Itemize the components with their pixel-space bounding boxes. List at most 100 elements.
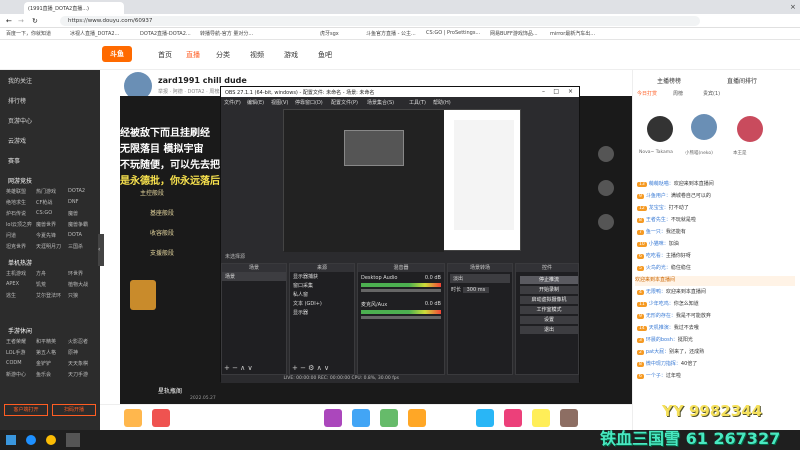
volume-slider[interactable]: [361, 289, 441, 292]
category-link[interactable]: APEX: [6, 281, 19, 287]
sidebar-item-webgame[interactable]: 页游中心: [8, 116, 32, 125]
source-item[interactable]: 私人窗: [290, 290, 354, 299]
category-link[interactable]: 魔兽: [68, 210, 78, 217]
back-icon[interactable]: ←: [6, 17, 12, 25]
sidebar-item-follow[interactable]: 我的关注: [8, 76, 32, 85]
category-link[interactable]: CS:GO: [36, 210, 52, 216]
forward-icon[interactable]: →: [18, 17, 24, 25]
category-link[interactable]: 逃生: [6, 292, 16, 299]
maximize-icon[interactable]: □: [553, 88, 559, 95]
bookmark[interactable]: mirror最新汽车出...: [550, 30, 595, 37]
category-link[interactable]: 魔兽世界: [36, 221, 56, 228]
category-link[interactable]: 王者荣耀: [6, 338, 26, 345]
sidebar-item-esports[interactable]: 赛事: [8, 156, 20, 165]
category-link[interactable]: 坦克世界: [6, 243, 26, 250]
category-link[interactable]: 环世界: [68, 270, 83, 277]
obs-taskbar-icon[interactable]: [66, 433, 80, 447]
gift-icon[interactable]: [152, 409, 170, 427]
add-icon[interactable]: + − ⚙ ∧ ∨: [292, 364, 329, 372]
category-link[interactable]: 方舟: [36, 270, 46, 277]
gift-icon[interactable]: [380, 409, 398, 427]
minimize-icon[interactable]: –: [542, 88, 545, 95]
browser-tab[interactable]: (1991直播_DOTA2直播...): [24, 2, 124, 14]
nav-home[interactable]: 首页: [158, 50, 172, 60]
chat-subtab[interactable]: 贵宾(1): [703, 90, 720, 97]
settings-button[interactable]: 设置: [520, 316, 578, 324]
bookmark[interactable]: 斗鱼官方直播 - 公主...: [366, 30, 416, 37]
open-client-button[interactable]: 客户端打开: [4, 404, 48, 416]
category-link[interactable]: 三国杀: [68, 243, 83, 250]
category-link[interactable]: DOTA: [68, 232, 82, 238]
bookmark[interactable]: 网易BUFF游戏饰品...: [490, 30, 538, 37]
nav-category[interactable]: 分类: [216, 50, 230, 60]
category-link[interactable]: 绝地求生: [6, 199, 26, 206]
category-link[interactable]: 和平精英: [36, 338, 56, 345]
obs-preview[interactable]: [283, 109, 521, 252]
avatar[interactable]: [737, 116, 763, 142]
duration-input[interactable]: 300 ms: [462, 287, 490, 293]
source-item[interactable]: 文本 (GDI+): [290, 299, 354, 308]
menu-dock[interactable]: 停靠窗口(D): [295, 99, 323, 106]
menu-scene-collection[interactable]: 场景集合(S): [367, 99, 394, 106]
category-link[interactable]: 鱼乐会: [36, 371, 51, 378]
chrome-icon[interactable]: [46, 435, 56, 445]
menu-view[interactable]: 视图(V): [271, 99, 288, 106]
gift-icon[interactable]: [352, 409, 370, 427]
chat-subtab[interactable]: 周榜: [673, 90, 683, 97]
add-icon[interactable]: + − ∧ ∨: [224, 364, 253, 372]
gift-icon[interactable]: [532, 409, 550, 427]
menu-profile[interactable]: 配置文件(P): [331, 99, 358, 106]
category-link[interactable]: 问道: [6, 232, 16, 239]
category-link[interactable]: 植物大战: [68, 281, 88, 288]
source-item[interactable]: 显示器捕获: [290, 272, 354, 281]
exit-button[interactable]: 退出: [520, 326, 578, 334]
gift-icon[interactable]: [504, 409, 522, 427]
category-link[interactable]: 主机游戏: [6, 270, 26, 277]
stop-streaming-button[interactable]: 停止推流: [520, 276, 578, 284]
gift-icon[interactable]: [476, 409, 494, 427]
bookmark[interactable]: 百度一下，你就知道: [6, 30, 51, 37]
virtual-camera-button[interactable]: 启动虚拟摄像机: [520, 296, 578, 304]
category-link[interactable]: 天涯明月刀: [36, 243, 61, 250]
chat-tab[interactable]: 直播间排行: [727, 76, 757, 85]
nav-game[interactable]: 游戏: [284, 50, 298, 60]
category-link[interactable]: 只狼: [68, 292, 78, 299]
category-link[interactable]: LOL手游: [6, 349, 25, 356]
studio-mode-button[interactable]: 工作室模式: [520, 306, 578, 314]
category-link[interactable]: 魔兽争霸: [68, 221, 88, 228]
category-link[interactable]: 火影忍者: [68, 338, 88, 345]
category-link[interactable]: DOTA2: [68, 188, 85, 194]
menu-file[interactable]: 文件(F): [224, 99, 241, 106]
gift-icon[interactable]: [408, 409, 426, 427]
menu-edit[interactable]: 编辑(E): [247, 99, 264, 106]
category-link[interactable]: lol云顶之弈: [6, 221, 32, 228]
category-link[interactable]: 英雄联盟: [6, 188, 26, 195]
category-link[interactable]: 第五人格: [36, 349, 56, 356]
start-recording-button[interactable]: 开始录制: [520, 286, 578, 294]
chat-tab[interactable]: 主播榜榜: [657, 76, 681, 85]
category-link[interactable]: 金铲铲: [36, 360, 51, 367]
avatar[interactable]: [691, 114, 717, 140]
menu-tools[interactable]: 工具(T): [409, 99, 426, 106]
category-link[interactable]: 饥荒: [36, 281, 46, 288]
sidebar-item-rank[interactable]: 排行榜: [8, 96, 26, 105]
menu-help[interactable]: 帮助(H): [433, 99, 451, 106]
gift-icon[interactable]: [124, 409, 142, 427]
category-link[interactable]: 炉石传说: [6, 210, 26, 217]
scene-item[interactable]: 场景: [222, 272, 286, 281]
url-input[interactable]: https://www.douyu.com/60937: [60, 16, 700, 26]
scan-stream-button[interactable]: 扫码开播: [52, 404, 96, 416]
category-link[interactable]: 新游中心: [6, 371, 26, 378]
site-logo[interactable]: 斗鱼: [102, 46, 132, 62]
source-item[interactable]: 窗口采集: [290, 281, 354, 290]
windows-start-icon[interactable]: [6, 435, 16, 445]
category-link[interactable]: 天刀手游: [68, 371, 88, 378]
category-link[interactable]: 今夏先锋: [36, 232, 56, 239]
source-item[interactable]: 显示器: [290, 308, 354, 317]
refresh-icon[interactable]: ↻: [32, 17, 38, 25]
sidebar-collapse-icon[interactable]: ‹: [98, 234, 104, 266]
bookmark[interactable]: 冰视人直播_DOTA2...: [70, 30, 119, 37]
category-link[interactable]: CODM: [6, 360, 22, 366]
bookmark[interactable]: 转播导航-官方 量对分...: [200, 30, 253, 37]
volume-slider[interactable]: [361, 316, 441, 319]
